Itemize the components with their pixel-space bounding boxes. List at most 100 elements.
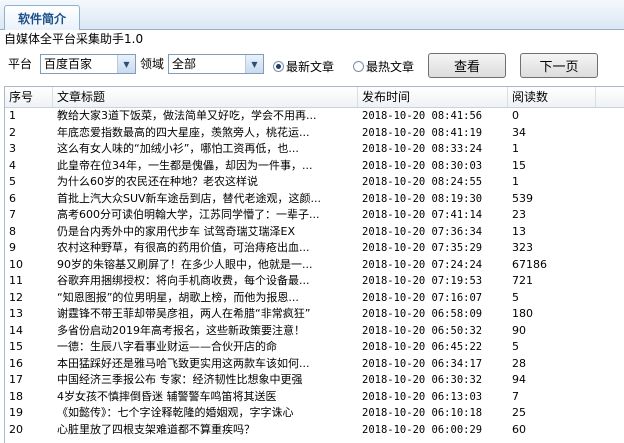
- cell-reads: 323: [512, 241, 533, 254]
- table-row[interactable]: 7 高考600分可读伯明翰大学，江苏同学懵了：一辈子... 2018-10-20 0…: [5, 207, 624, 223]
- cell-reads: 28: [512, 356, 526, 370]
- cell-time: 2018-10-20 06:50:32: [362, 324, 483, 337]
- table-row[interactable]: 12 “知恩图报”的位男明星，胡歌上榜，而他为报恩... 2018-10-20 07…: [5, 290, 624, 306]
- cell-no: 13: [9, 307, 23, 320]
- cell-title: 4岁女孩不慎摔倒昏迷 辅警警车鸣笛将其送医: [57, 389, 277, 403]
- cell-time: 2018-10-20 06:13:03: [362, 390, 483, 403]
- cell-reads: 94: [512, 373, 526, 386]
- cell-title: 谷歌弃用捆绑授权：将向手机商收费，每个设备最...: [57, 274, 310, 287]
- cell-no: 10: [9, 257, 23, 271]
- cell-no: 16: [9, 356, 23, 370]
- table-row[interactable]: 14 多省份启动2019年高考报名，这些新政策要注意！ 2018-10-20 06:…: [5, 323, 624, 339]
- table-row[interactable]: 9 农村这种野草，有很高的药用价值，可治痔疮出血... 2018-10-20 07:…: [5, 240, 624, 256]
- table-row[interactable]: 20 心脏里放了四根支架难道都不算重疾吗？ 2018-10-20 06:00:29 6…: [5, 422, 624, 438]
- cell-no: 8: [9, 224, 16, 238]
- cell-reads: 23: [512, 208, 526, 221]
- cell-title: 高考600分可读伯明翰大学，江苏同学懵了：一辈子...: [57, 208, 320, 221]
- cell-no: 6: [9, 191, 16, 205]
- cell-reads: 1: [512, 175, 519, 188]
- radio-hot-indicator[interactable]: [353, 60, 364, 72]
- platform-select[interactable]: 百度百家 ▼: [40, 54, 136, 74]
- cell-reads: 90: [512, 323, 526, 337]
- cell-title: 心脏里放了四根支架难道都不算重疾吗？: [57, 422, 255, 436]
- table-row[interactable]: 15 一德：生辰八字看事业财运——合伙开店的命 2018-10-20 06:45:2…: [5, 339, 624, 355]
- cell-reads: 180: [512, 307, 533, 320]
- cell-time: 2018-10-20 07:19:53: [362, 275, 483, 287]
- table-row[interactable]: 8 仍是台内秀外中的家用代步车 试驾奇瑞艾瑞泽EX 2018-10-20 07:36…: [5, 224, 624, 240]
- cell-title: 这么有女人味的“加绒小衫”，哪怕工资再低，也...: [57, 142, 299, 155]
- cell-no: 19: [9, 406, 23, 419]
- column-header-title[interactable]: 文章标题: [53, 87, 358, 107]
- cell-title: 多省份启动2019年高考报名，这些新政策要注意！: [57, 323, 305, 337]
- cell-reads: 721: [512, 274, 533, 287]
- cell-reads: 34: [512, 125, 526, 139]
- field-select[interactable]: 全部 ▼: [168, 54, 264, 74]
- cell-time: 2018-10-20 08:41:19: [362, 126, 483, 139]
- table-row[interactable]: 18 4岁女孩不慎摔倒昏迷 辅警警车鸣笛将其送医 2018-10-20 06:13:…: [5, 389, 624, 405]
- cell-title: 为什么60岁的农民还在种地？老农这样说: [57, 175, 258, 188]
- radio-latest[interactable]: 最新文章: [273, 58, 334, 74]
- table-row[interactable]: 3 这么有女人味的“加绒小衫”，哪怕工资再低，也... 2018-10-20 08:…: [5, 141, 624, 157]
- cell-reads: 13: [512, 224, 526, 238]
- table-row[interactable]: 6 首批上汽大众SUV新车途岳到店，替代老途观，这颜... 2018-10-20 0…: [5, 191, 624, 207]
- app-title: 自媒体全平台采集助手1.0: [4, 32, 144, 46]
- tab-software-intro[interactable]: 软件简介: [4, 5, 80, 30]
- cell-title: 此皇帝在位34年，一生都是傀儡，却因为一件事，...: [57, 158, 313, 172]
- cell-reads: 15: [512, 158, 526, 172]
- cell-title: 谢霆锋不带王菲却带吴彦祖，两人在希腊“非常疯狂”: [57, 307, 311, 320]
- cell-no: 17: [9, 373, 23, 386]
- cell-reads: 5: [512, 290, 519, 304]
- platform-label: 平台: [8, 57, 33, 71]
- table-row[interactable]: 19 《如懿传》：七个字诠释乾隆的婚姻观，字字诛心 2018-10-20 06:10…: [5, 405, 624, 421]
- cell-time: 2018-10-20 06:58:09: [362, 308, 483, 320]
- cell-no: 7: [9, 208, 16, 221]
- field-label: 领域: [140, 57, 165, 71]
- column-header-time[interactable]: 发布时间: [358, 87, 508, 107]
- table-row[interactable]: 1 教给大家3道下饭菜，做法简单又好吃，学会不用再... 2018-10-20 08…: [5, 108, 624, 124]
- radio-latest-label: 最新文章: [286, 59, 335, 74]
- cell-reads: 7: [512, 389, 519, 403]
- radio-hot[interactable]: 最热文章: [353, 58, 414, 74]
- article-table[interactable]: 序号 文章标题 发布时间 阅读数 1 教给大家3道下饭菜，做法简单又好吃，学会不用…: [4, 86, 624, 443]
- cell-time: 2018-10-20 07:24:24: [362, 258, 483, 271]
- cell-time: 2018-10-20 08:30:03: [362, 159, 483, 172]
- column-header-reads[interactable]: 阅读数: [508, 87, 596, 107]
- cell-no: 9: [9, 241, 16, 254]
- table-row[interactable]: 4 此皇帝在位34年，一生都是傀儡，却因为一件事，... 2018-10-20 08…: [5, 158, 624, 174]
- platform-select-value: 百度百家: [44, 57, 93, 71]
- table-row[interactable]: 5 为什么60岁的农民还在种地？老农这样说 2018-10-20 08:24:55 1: [5, 174, 624, 190]
- cell-no: 14: [9, 323, 23, 337]
- cell-no: 12: [9, 290, 23, 304]
- next-page-button[interactable]: 下一页: [520, 53, 598, 78]
- field-select-value: 全部: [172, 57, 197, 71]
- cell-reads: 60: [512, 422, 526, 436]
- table-row[interactable]: 13 谢霆锋不带王菲却带吴彦祖，两人在希腊“非常疯狂” 2018-10-20 06:…: [5, 306, 624, 322]
- table-row[interactable]: 2 年底恋爱指数最高的四大星座，羡煞旁人，桃花运... 2018-10-20 08:…: [5, 125, 624, 141]
- column-header-no[interactable]: 序号: [5, 87, 53, 107]
- cell-no: 4: [9, 158, 16, 172]
- cell-no: 5: [9, 175, 16, 188]
- table-row[interactable]: 17 中国经济三季报公布 专家：经济韧性比想象中更强 2018-10-20 06:3…: [5, 372, 624, 388]
- cell-time: 2018-10-20 06:30:32: [362, 374, 483, 386]
- radio-latest-indicator[interactable]: [273, 60, 284, 72]
- cell-reads: 0: [512, 109, 519, 122]
- tab-strip: 软件简介: [0, 0, 624, 30]
- chevron-down-icon[interactable]: ▼: [245, 55, 263, 73]
- table-row[interactable]: 10 90岁的朱镕基又刷屏了！在多少人眼中，他就是一... 2018-10-20 0…: [5, 257, 624, 273]
- cell-time: 2018-10-20 07:36:34: [362, 225, 483, 238]
- cell-reads: 25: [512, 406, 526, 419]
- cell-reads: 67186: [512, 257, 547, 271]
- cell-title: 一德：生辰八字看事业财运——合伙开店的命: [57, 340, 277, 353]
- cell-no: 11: [9, 274, 23, 287]
- cell-title: 农村这种野草，有很高的药用价值，可治痔疮出血...: [57, 241, 310, 254]
- cell-title: 本田猛踩好还是雅马哈飞致更实用这两款车该如何...: [57, 356, 310, 370]
- cell-time: 2018-10-20 06:10:18: [362, 407, 483, 419]
- cell-no: 15: [9, 340, 23, 353]
- cell-title: 年底恋爱指数最高的四大星座，羡煞旁人，桃花运...: [57, 125, 310, 139]
- chevron-down-icon[interactable]: ▼: [117, 55, 135, 73]
- table-row[interactable]: 16 本田猛踩好还是雅马哈飞致更实用这两款车该如何... 2018-10-20 06…: [5, 356, 624, 372]
- cell-time: 2018-10-20 08:19:30: [362, 192, 483, 205]
- view-button[interactable]: 查看: [428, 53, 506, 78]
- cell-time: 2018-10-20 06:34:17: [362, 357, 483, 370]
- table-row[interactable]: 11 谷歌弃用捆绑授权：将向手机商收费，每个设备最... 2018-10-20 07…: [5, 273, 624, 289]
